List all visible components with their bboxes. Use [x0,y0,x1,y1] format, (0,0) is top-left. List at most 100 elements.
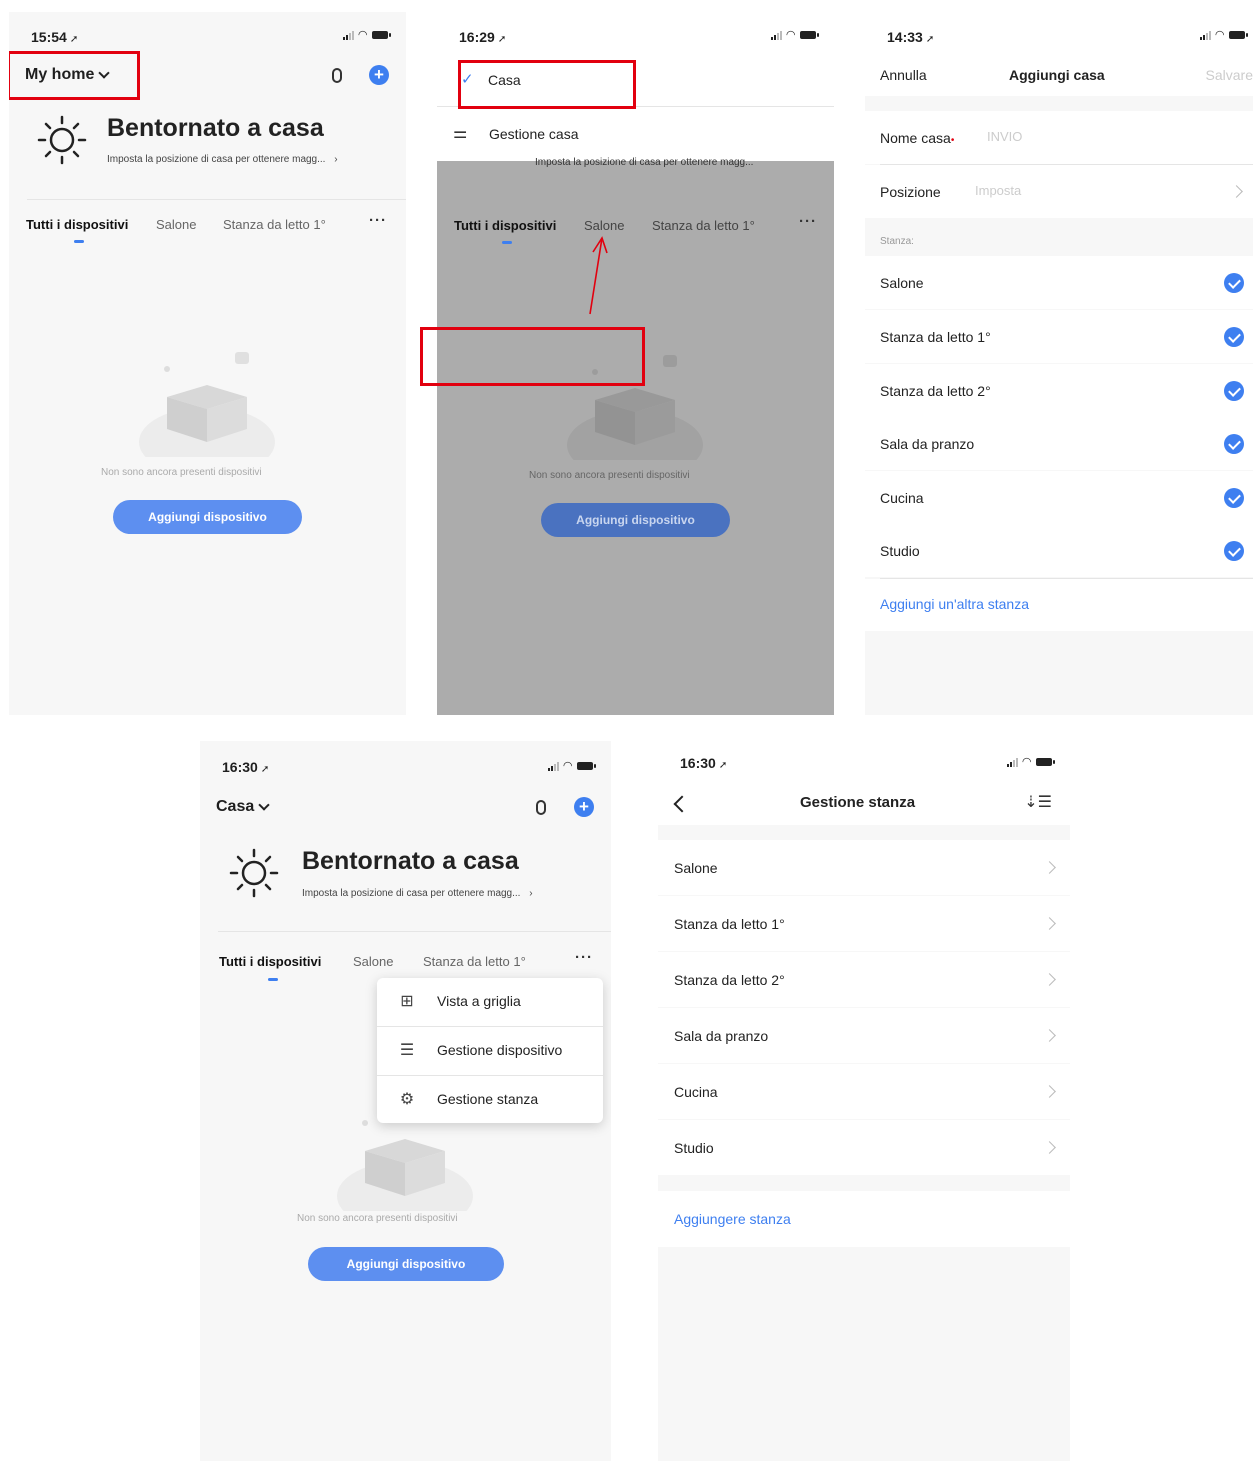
room-label: Cucina [674,1083,718,1100]
more-dropdown-menu: ⊞ Vista a griglia ☰ Gestione dispositivo… [377,978,603,1123]
room-row[interactable]: Cucina [658,1064,1070,1119]
room-row[interactable]: Salone [865,256,1253,309]
location-arrow-icon: ➚ [260,764,270,775]
location-hint-link[interactable]: Imposta la posizione di casa per ottener… [107,154,338,165]
highlight-box [9,51,140,100]
add-device-button[interactable]: Aggiungi dispositivo [308,1247,504,1281]
wifi-icon: ◠ [358,29,367,41]
status-bar: 16:30 ➚ ◠ [658,741,1070,781]
home-selector-label: Casa [216,798,255,815]
back-arrow-icon[interactable] [673,795,691,813]
add-room-row[interactable]: Aggiungi un'altra stanza [865,579,1253,631]
chevron-right-icon [1043,1140,1056,1154]
battery-icon [372,31,391,39]
add-room-link[interactable]: Aggiungere stanza [674,1211,791,1227]
cancel-button[interactable]: Annulla [880,67,927,83]
tab-all-devices[interactable]: Tutti i dispositivi [454,218,556,233]
add-another-room-link[interactable]: Aggiungi un'altra stanza [880,596,1029,612]
chevron-right-icon [1043,972,1056,986]
menu-item-grid-view[interactable]: ⊞ Vista a griglia [377,978,603,1027]
position-placeholder: Imposta [975,183,1022,198]
room-row[interactable]: Stanza da letto 1° [865,310,1253,363]
menu-item-room-management[interactable]: ⚙ Gestione stanza [377,1076,603,1125]
divider [27,199,406,200]
position-row[interactable]: Posizione Imposta [865,165,1253,218]
room-label: Studio [880,542,920,559]
room-label: Stanza da letto 2° [674,971,785,988]
gear-icon: ⚙ [399,1091,415,1108]
tab-salone[interactable]: Salone [584,218,624,233]
tab-bedroom-1[interactable]: Stanza da letto 1° [652,218,755,233]
signal-icon [547,761,559,771]
room-row[interactable]: Cucina [865,471,1253,524]
rooms-header: Stanza: [880,236,914,247]
room-label: Cucina [880,489,924,506]
home-selector[interactable]: Casa [216,798,270,816]
checkbox-checked-icon[interactable] [1224,272,1244,293]
room-row[interactable]: Sala da pranzo [865,417,1253,470]
screen-1-home: 15:54 ➚ ◠ My home + Bentornato a casa Imp… [9,12,406,715]
tab-all-devices[interactable]: Tutti i dispositivi [26,217,128,232]
tab-bedroom-1[interactable]: Stanza da letto 1° [423,954,526,969]
home-name-row[interactable]: Nome casa• INVIO [865,111,1253,164]
tab-all-devices[interactable]: Tutti i dispositivi [219,954,321,969]
save-button[interactable]: Salvare [1206,67,1253,83]
nav-bar: Annulla Aggiungi casa Salvare [865,52,1253,96]
tab-indicator [268,978,278,981]
tab-salone[interactable]: Salone [156,217,196,232]
room-row[interactable]: Salone [658,840,1070,895]
sort-list-icon: ☰ [399,1042,415,1059]
menu-item-label: Vista a griglia [437,993,521,1009]
battery-icon [1229,31,1248,39]
add-device-button[interactable]: Aggiungi dispositivo [113,500,302,534]
status-time: 16:30 [680,755,716,771]
add-device-button[interactable]: Aggiungi dispositivo [541,503,730,537]
required-marker: • [950,134,955,146]
more-icon[interactable]: ··· [799,213,817,230]
room-row[interactable]: Stanza da letto 1° [658,896,1070,951]
status-time: 16:30 [222,759,258,775]
add-icon[interactable]: + [574,797,594,817]
checkbox-checked-icon[interactable] [1224,326,1244,347]
chevron-down-icon [258,799,270,811]
chevron-right-icon [1043,1028,1056,1042]
red-arrow-annotation [589,236,608,315]
add-room-row[interactable]: Aggiungere stanza [658,1191,1070,1247]
room-row[interactable]: Studio [658,1120,1070,1175]
room-row[interactable]: Stanza da letto 2° [658,952,1070,1007]
tab-bedroom-1[interactable]: Stanza da letto 1° [223,217,326,232]
microphone-icon[interactable] [536,800,546,815]
tab-indicator [502,241,512,244]
location-hint-text: Imposta la posizione di casa per ottener… [107,154,326,165]
sort-icon[interactable]: ⇣☰ [1024,792,1052,812]
microphone-icon[interactable] [332,68,342,83]
add-icon[interactable]: + [369,65,389,85]
screen-3-add-home: 14:33 ➚ ◠ Annulla Aggiungi casa Salvare N… [865,12,1253,715]
sliders-icon: ⚌ [453,125,468,142]
location-arrow-icon: ➚ [925,34,935,45]
menu-item-gestione-casa[interactable]: ⚌ Gestione casa [437,107,834,161]
room-row[interactable]: Sala da pranzo [658,1008,1070,1063]
home-name-input[interactable]: INVIO [987,129,1022,144]
menu-item-device-management[interactable]: ☰ Gestione dispositivo [377,1027,603,1076]
sun-icon [37,115,87,165]
signal-icon [1199,30,1211,40]
signal-icon [770,30,782,40]
checkbox-checked-icon[interactable] [1224,487,1244,508]
welcome-title: Bentornato a casa [107,114,324,142]
room-row[interactable]: Stanza da letto 2° [865,364,1253,417]
checkbox-checked-icon[interactable] [1224,380,1244,401]
chevron-right-icon: › [334,154,338,165]
tab-salone[interactable]: Salone [353,954,393,969]
checkbox-checked-icon[interactable] [1224,433,1244,454]
room-label: Stanza da letto 1° [880,328,991,345]
checkbox-checked-icon[interactable] [1224,540,1244,561]
room-row[interactable]: Studio [865,524,1253,577]
menu-item-label: Gestione stanza [437,1091,539,1107]
nav-bar: Gestione stanza ⇣☰ [658,781,1070,825]
more-icon[interactable]: ··· [369,212,387,229]
page-title: Aggiungi casa [1009,67,1105,83]
location-hint-link[interactable]: Imposta la posizione di casa per ottener… [302,888,533,899]
signal-icon [342,30,354,40]
more-icon[interactable]: ··· [575,949,593,966]
